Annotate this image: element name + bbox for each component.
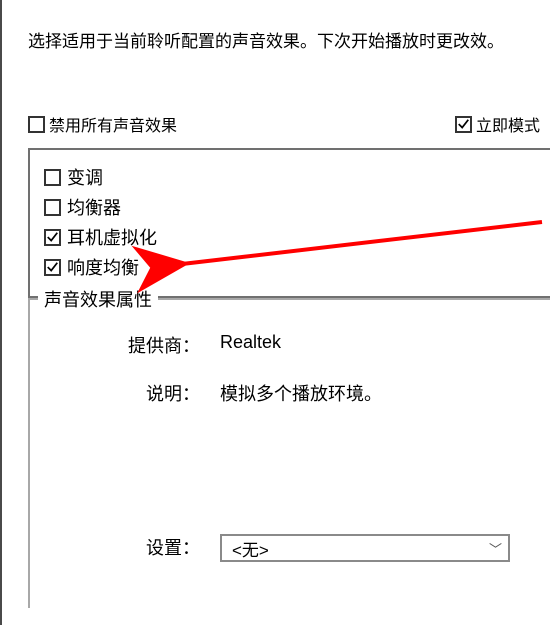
effect-item-label: 均衡器 [67, 194, 121, 220]
instant-mode-label: 立即模式 [476, 112, 540, 136]
settings-row: 设置： <无> ﹀ [100, 534, 530, 562]
checkbox-icon [455, 116, 472, 133]
description-label: 说明： [100, 380, 200, 406]
effect-properties-group: 声音效果属性 提供商： Realtek 说明： 模拟多个播放环境。 设置： <无… [28, 298, 550, 608]
disable-all-effects-label: 禁用所有声音效果 [49, 112, 177, 136]
effect-item[interactable]: 响度均衡 [44, 254, 536, 280]
settings-combobox[interactable]: <无> ﹀ [220, 534, 510, 562]
instant-mode-checkbox[interactable]: 立即模式 [455, 112, 540, 136]
effect-item-label: 耳机虚拟化 [67, 224, 157, 250]
provider-row: 提供商： Realtek [100, 332, 281, 358]
effect-item-label: 响度均衡 [67, 254, 139, 280]
effects-listbox[interactable]: 变调均衡器耳机虚拟化响度均衡 [28, 148, 550, 298]
settings-selected-value: <无> [232, 536, 269, 561]
dialog-panel: 选择适用于当前聆听配置的声音效果。下次开始播放时更改效。 禁用所有声音效果 立即… [0, 0, 550, 625]
group-title: 声音效果属性 [38, 286, 158, 312]
provider-label: 提供商： [100, 332, 200, 358]
effect-item-label: 变调 [67, 164, 103, 190]
effect-item[interactable]: 变调 [44, 164, 536, 190]
checkbox-icon [44, 199, 61, 216]
checkbox-icon [28, 116, 45, 133]
top-options-row: 禁用所有声音效果 立即模式 [28, 112, 540, 136]
checkbox-icon [44, 229, 61, 246]
intro-text: 选择适用于当前聆听配置的声音效果。下次开始播放时更改效。 [28, 28, 550, 55]
description-value: 模拟多个播放环境。 [220, 380, 382, 406]
effect-item[interactable]: 耳机虚拟化 [44, 224, 536, 250]
checkbox-icon [44, 259, 61, 276]
disable-all-effects-checkbox[interactable]: 禁用所有声音效果 [28, 112, 177, 136]
settings-label: 设置： [100, 534, 200, 560]
effect-item[interactable]: 均衡器 [44, 194, 536, 220]
provider-value: Realtek [220, 332, 281, 353]
description-row: 说明： 模拟多个播放环境。 [100, 380, 382, 406]
chevron-down-icon: ﹀ [489, 539, 502, 558]
checkbox-icon [44, 169, 61, 186]
